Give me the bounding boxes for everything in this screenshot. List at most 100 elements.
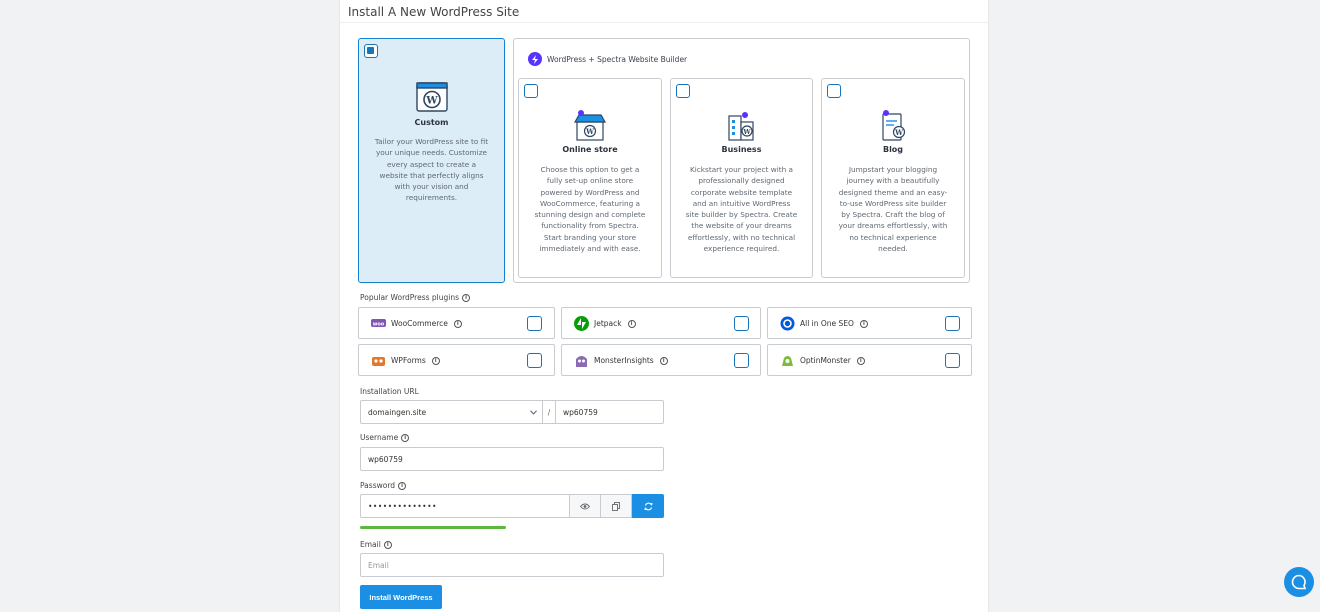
install-wordpress-button[interactable]: Install WordPress — [360, 585, 442, 609]
svg-text:W: W — [425, 96, 438, 107]
online-store-checkbox[interactable] — [524, 84, 538, 98]
password-value: •••••••••••••• — [368, 501, 437, 511]
url-separator-text: / — [547, 407, 551, 417]
page-title: Install A New WordPress Site — [348, 5, 520, 19]
email-info-icon[interactable]: i — [383, 540, 392, 549]
spectra-logo-icon — [528, 52, 542, 66]
plugin-name: WPForms i — [391, 356, 440, 365]
plugin-wpforms-checkbox[interactable] — [527, 353, 542, 368]
svg-text:W: W — [585, 127, 594, 136]
copy-password-button[interactable] — [600, 494, 632, 518]
password-strength-bar — [360, 526, 506, 529]
plugin-aioseo-label: All in One SEO — [800, 319, 854, 328]
wpforms-icon — [372, 357, 385, 366]
plugin-monsterinsights[interactable]: MonsterInsights i — [561, 344, 761, 376]
plugin-optinmonster[interactable]: OptinMonster i — [767, 344, 972, 376]
plugin-woocommerce-checkbox[interactable] — [527, 316, 542, 331]
plugin-monsterinsights-checkbox[interactable] — [734, 353, 749, 368]
plugin-monsterinsights-label: MonsterInsights — [594, 356, 654, 365]
custom-option-card[interactable]: W Custom Tailor your WordPress site to f… — [358, 38, 505, 283]
plugin-jetpack[interactable]: Jetpack i — [561, 307, 761, 339]
domain-select[interactable]: domaingen.site — [360, 400, 543, 424]
password-info-icon[interactable]: i — [398, 481, 407, 490]
plugin-wpforms-label: WPForms — [391, 356, 426, 365]
email-placeholder: Email — [368, 560, 389, 570]
svg-text:W: W — [894, 128, 903, 137]
online-store-title: Online store — [562, 145, 618, 154]
install-path-input[interactable]: wp60759 — [555, 400, 664, 424]
installation-url-label: Installation URL — [360, 387, 419, 396]
blog-description: Jumpstart your blogging journey with a b… — [838, 165, 948, 254]
copy-icon — [612, 501, 620, 511]
plugins-label-text: Popular WordPress plugins — [360, 293, 460, 302]
domain-select-value: domaingen.site — [368, 407, 427, 417]
plugin-aioseo-info-icon[interactable]: i — [859, 319, 868, 328]
username-label-text: Username — [360, 433, 399, 442]
svg-text:woo: woo — [373, 322, 385, 328]
plugin-jetpack-info-icon[interactable]: i — [627, 319, 636, 328]
email-label: Email i — [360, 540, 392, 549]
installation-url-label-text: Installation URL — [360, 387, 419, 396]
plugin-woocommerce-info-icon[interactable]: i — [453, 319, 462, 328]
chevron-down-icon — [530, 410, 537, 415]
blog-option-card[interactable]: W Blog Jumpstart your blogging journey w… — [821, 78, 965, 278]
show-password-button[interactable] — [569, 494, 601, 518]
plugin-optinmonster-info-icon[interactable]: i — [856, 356, 865, 365]
email-label-text: Email — [360, 540, 381, 549]
plugin-aioseo-checkbox[interactable] — [945, 316, 960, 331]
online-store-description: Choose this option to get a fully set-up… — [534, 165, 646, 254]
svg-text:W: W — [742, 128, 751, 136]
regenerate-password-button[interactable] — [632, 494, 664, 518]
woocommerce-icon: woo — [371, 319, 386, 328]
online-store-option-card[interactable]: W Online store Choose this option to get… — [518, 78, 662, 278]
plugins-info-icon[interactable]: i — [462, 293, 471, 302]
plugin-name: All in One SEO i — [800, 319, 868, 328]
plugin-jetpack-checkbox[interactable] — [734, 316, 749, 331]
plugin-wpforms[interactable]: WPForms i — [358, 344, 555, 376]
chat-support-button[interactable] — [1284, 567, 1314, 597]
blog-title: Blog — [882, 145, 904, 154]
business-title: Business — [721, 145, 762, 154]
builder-heading-label: WordPress + Spectra Website Builder — [547, 54, 688, 64]
aioseo-icon — [780, 316, 795, 331]
business-building-icon: W — [727, 112, 754, 141]
optinmonster-icon — [782, 356, 793, 366]
plugin-woocommerce[interactable]: woo WooCommerce i — [358, 307, 555, 339]
password-input[interactable]: •••••••••••••• — [360, 494, 570, 518]
title-divider — [340, 22, 988, 23]
custom-option-description: Tailor your WordPress site to fit your u… — [374, 137, 489, 203]
blog-checkbox[interactable] — [827, 84, 841, 98]
plugin-name: WooCommerce i — [391, 319, 462, 328]
monsterinsights-icon — [576, 356, 587, 367]
builder-heading: WordPress + Spectra Website Builder — [528, 52, 687, 66]
plugin-name: Jetpack i — [594, 319, 636, 328]
plugin-name: MonsterInsights i — [594, 356, 668, 365]
plugin-wpforms-info-icon[interactable]: i — [431, 356, 440, 365]
business-option-card[interactable]: W Business Kickstart your project with a… — [670, 78, 813, 278]
refresh-icon — [643, 502, 653, 510]
plugin-all-in-one-seo[interactable]: All in One SEO i — [767, 307, 972, 339]
jetpack-icon — [574, 316, 589, 331]
password-label: Password i — [360, 481, 407, 490]
business-description: Kickstart your project with a profession… — [685, 165, 798, 254]
install-path-value: wp60759 — [563, 407, 598, 417]
online-store-icon: W — [573, 110, 607, 141]
plugins-label: Popular WordPress plugins i — [360, 293, 471, 302]
plugin-woocommerce-label: WooCommerce — [391, 319, 448, 328]
plugin-jetpack-label: Jetpack — [594, 319, 622, 328]
plugin-optinmonster-checkbox[interactable] — [945, 353, 960, 368]
username-label: Username i — [360, 433, 410, 442]
business-checkbox[interactable] — [676, 84, 690, 98]
blog-document-icon: W — [882, 110, 906, 141]
username-input[interactable]: wp60759 — [360, 447, 664, 471]
plugin-name: OptinMonster i — [800, 356, 865, 365]
custom-option-checkbox[interactable] — [364, 44, 378, 58]
eye-icon — [580, 503, 590, 509]
email-input[interactable]: Email — [360, 553, 664, 577]
custom-option-title: Custom — [414, 118, 449, 127]
url-separator: / — [542, 400, 556, 424]
plugin-monsterinsights-info-icon[interactable]: i — [659, 356, 668, 365]
wordpress-browser-icon: W — [415, 82, 448, 112]
password-label-text: Password — [360, 481, 396, 490]
username-info-icon[interactable]: i — [401, 433, 410, 442]
